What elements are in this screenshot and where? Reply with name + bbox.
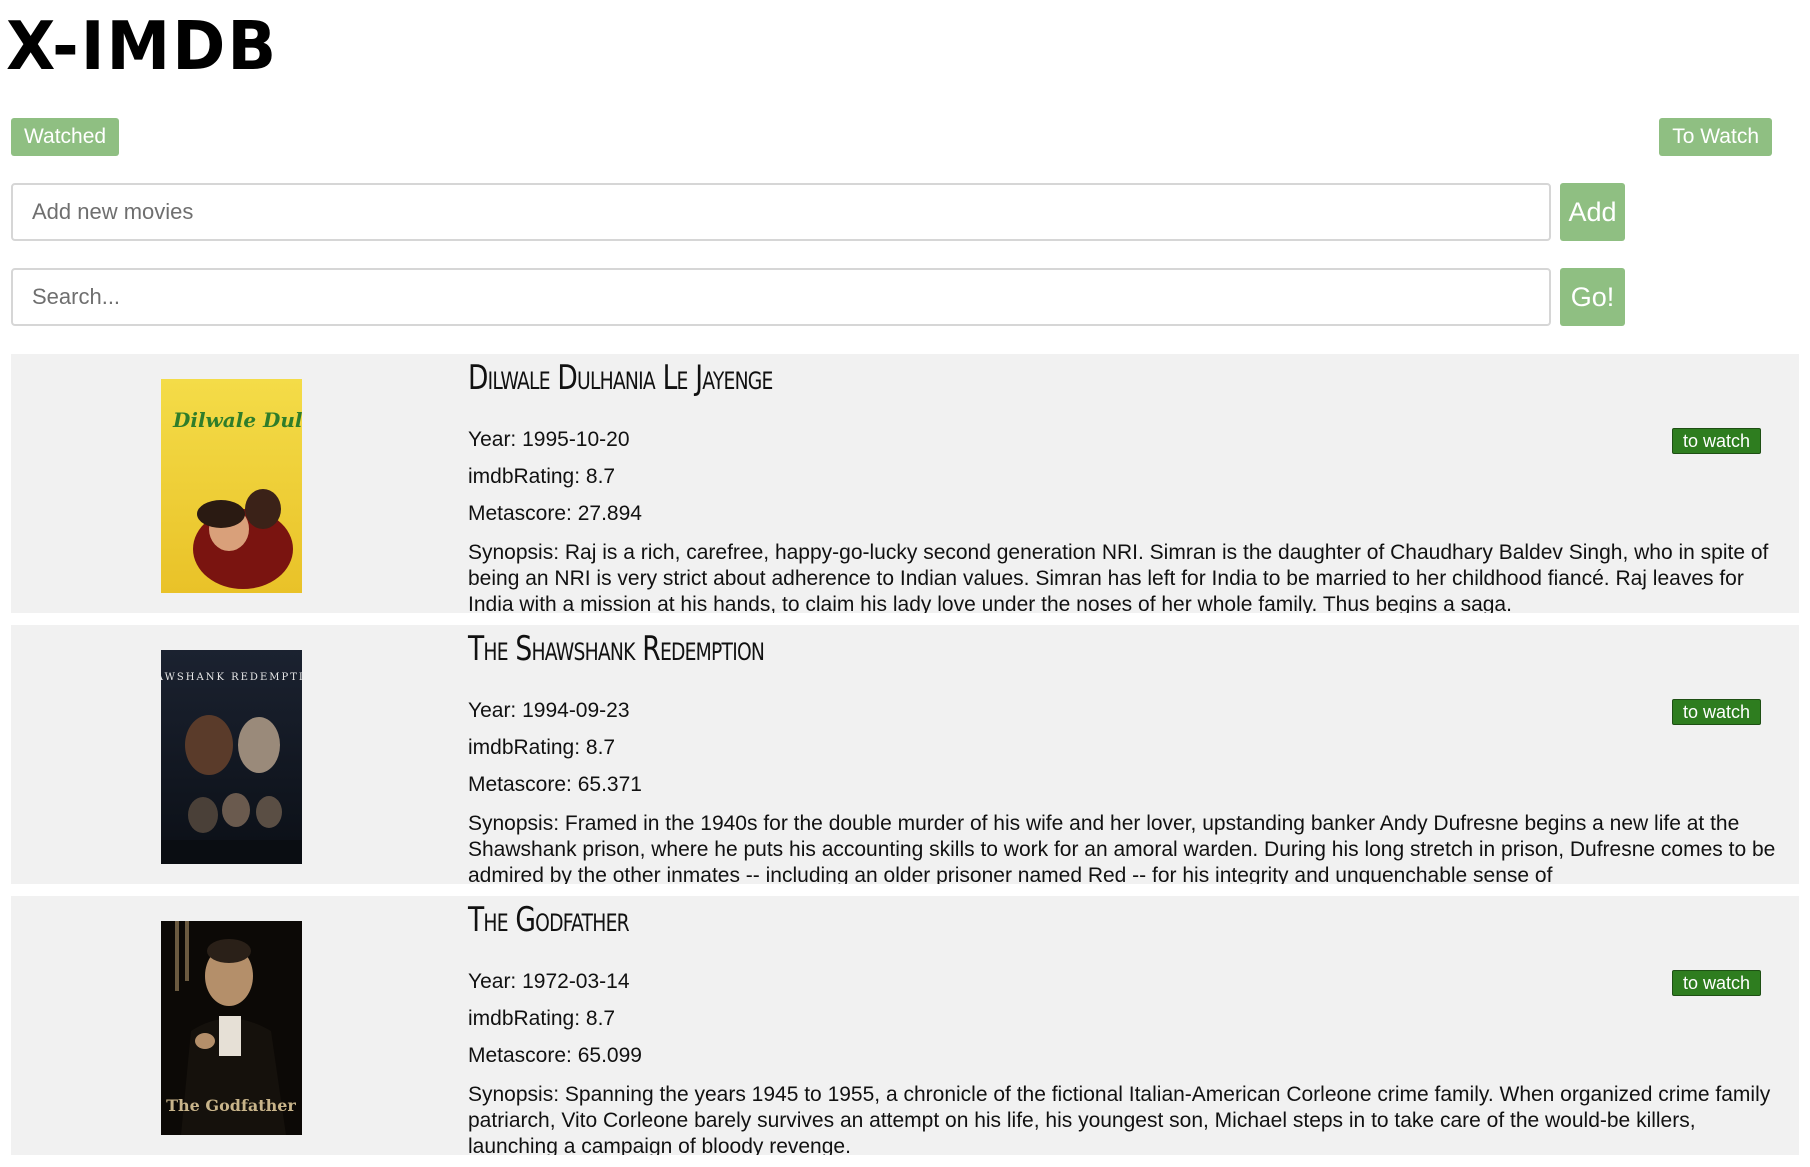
movie-card: The Godfather The Godfather Year: 1972-0…	[11, 896, 1799, 1155]
movie-card: SHAWSHANK REDEMPTION The Shawshank Redem…	[11, 625, 1799, 884]
movie-poster: Dilwale Dulhania Le Jayenge	[161, 379, 302, 593]
movie-synopsis: Synopsis: Spanning the years 1945 to 195…	[468, 1083, 1771, 1155]
to-watch-button[interactable]: to watch	[1671, 699, 1761, 725]
to-watch-button[interactable]: to watch	[1671, 428, 1761, 454]
movie-poster: SHAWSHANK REDEMPTION	[161, 650, 302, 864]
movie-title: The Godfather	[468, 900, 630, 940]
movie-metascore: Metascore: 65.371	[468, 773, 642, 796]
movie-year: Year: 1972-03-14	[468, 970, 630, 993]
go-button[interactable]: Go!	[1560, 268, 1625, 326]
movie-poster: The Godfather	[161, 921, 302, 1135]
movie-title: Dilwale Dulhania Le Jayenge	[468, 358, 773, 398]
movie-rating: imdbRating: 8.7	[468, 465, 616, 488]
app-logo: X-IMDB	[6, 8, 279, 86]
movie-year: Year: 1995-10-20	[468, 428, 630, 451]
watched-button[interactable]: Watched	[11, 118, 120, 156]
movie-synopsis: Synopsis: Raj is a rich, carefree, happy…	[468, 541, 1769, 613]
to-watch-button[interactable]: to watch	[1671, 970, 1761, 996]
movie-list: Dilwale Dulhania Le Jayenge Dilwale Dulh…	[11, 354, 1799, 1167]
movie-title: The Shawshank Redemption	[468, 629, 765, 669]
poster-title-text: The Godfather	[166, 1096, 296, 1115]
add-button[interactable]: Add	[1560, 183, 1625, 241]
movie-rating: imdbRating: 8.7	[468, 1007, 616, 1030]
search-input[interactable]	[11, 268, 1551, 326]
movie-rating: imdbRating: 8.7	[468, 736, 616, 759]
movie-synopsis: Synopsis: Framed in the 1940s for the do…	[468, 812, 1776, 884]
add-movie-input[interactable]	[11, 183, 1551, 241]
movie-metascore: Metascore: 65.099	[468, 1044, 642, 1067]
movie-card: Dilwale Dulhania Le Jayenge Dilwale Dulh…	[11, 354, 1799, 613]
poster-title-text: SHAWSHANK REDEMPTION	[161, 672, 302, 683]
poster-title-text: Dilwale Dulhania Le Jayenge	[172, 408, 302, 432]
to-watch-nav-button[interactable]: To Watch	[1659, 118, 1772, 156]
movie-year: Year: 1994-09-23	[468, 699, 630, 722]
movie-metascore: Metascore: 27.894	[468, 502, 642, 525]
